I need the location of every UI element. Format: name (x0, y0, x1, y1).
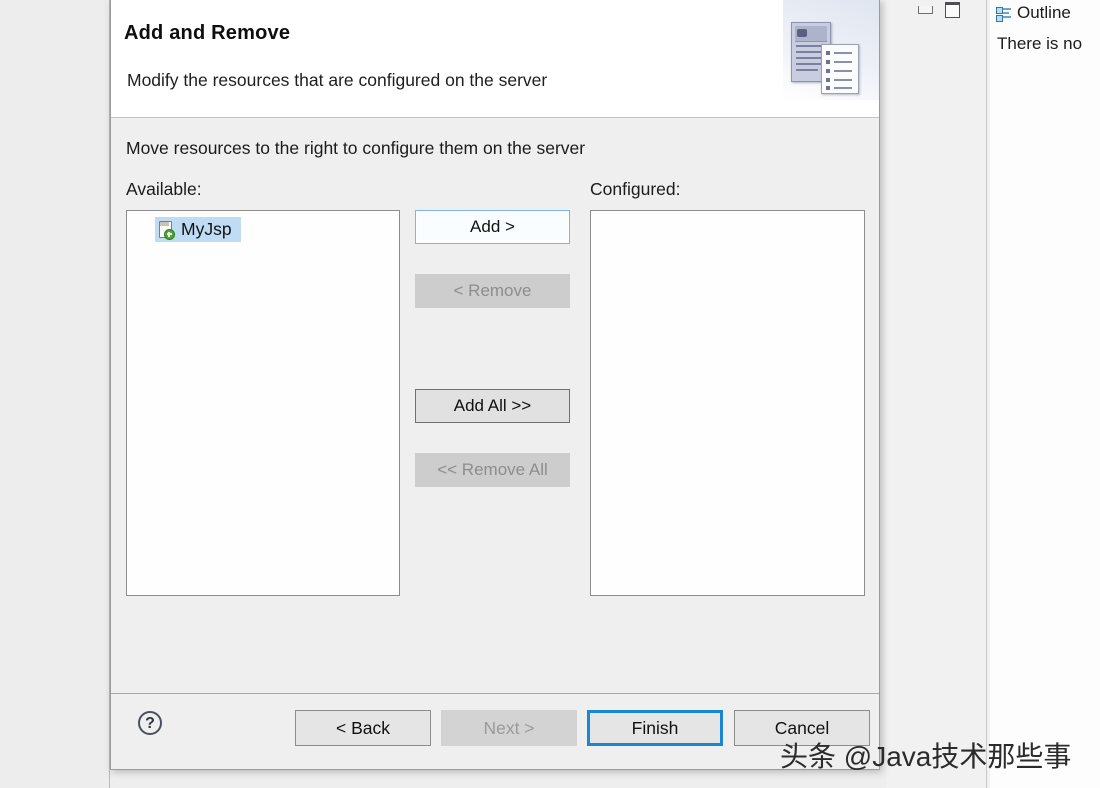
next-button[interactable]: Next > (441, 710, 577, 746)
ide-left-pane (0, 0, 110, 788)
add-and-remove-dialog: Add and Remove Modify the resources that… (110, 0, 880, 770)
page-subtitle: Modify the resources that are configured… (127, 70, 548, 90)
two-documents-banner-icon (783, 0, 879, 100)
outline-empty-message: There is no (997, 34, 1083, 53)
dialog-header: Add and Remove Modify the resources that… (111, 0, 879, 118)
finish-button[interactable]: Finish (587, 710, 723, 746)
outline-view-header[interactable]: Outline (996, 2, 1071, 24)
outline-view-title: Outline (1017, 3, 1071, 22)
remove-all-button[interactable]: << Remove All (415, 453, 570, 487)
instruction-text: Move resources to the right to configure… (126, 138, 586, 158)
dialog-footer: ? < Back Next > Finish Cancel (111, 693, 879, 769)
remove-button[interactable]: < Remove (415, 274, 570, 308)
configured-listbox[interactable] (590, 210, 865, 596)
dialog-body: Move resources to the right to configure… (111, 118, 879, 693)
maximize-icon[interactable] (945, 2, 960, 18)
back-button[interactable]: < Back (295, 710, 431, 746)
list-item-label: MyJsp (181, 219, 232, 239)
available-listbox[interactable]: MyJsp (126, 210, 400, 596)
outline-tree-icon (996, 6, 1011, 22)
configured-label: Configured: (590, 179, 681, 199)
add-button[interactable]: Add > (415, 210, 570, 244)
project-module-icon (157, 221, 175, 240)
minimize-icon[interactable] (918, 6, 933, 14)
ide-pane-divider[interactable] (986, 0, 987, 788)
list-item[interactable]: MyJsp (155, 217, 241, 242)
available-label: Available: (126, 179, 202, 199)
ide-window-buttons (918, 0, 960, 20)
outline-view-panel (990, 0, 1100, 788)
screen: Outline There is no Add and Remove Modif… (0, 0, 1100, 788)
transfer-button-group: Add > < Remove Add All >> << Remove All (415, 210, 575, 487)
page-title: Add and Remove (124, 22, 291, 44)
help-question-icon[interactable]: ? (138, 711, 162, 735)
add-all-button[interactable]: Add All >> (415, 389, 570, 423)
watermark-text: 头条 @Java技术那些事 (780, 741, 1072, 772)
